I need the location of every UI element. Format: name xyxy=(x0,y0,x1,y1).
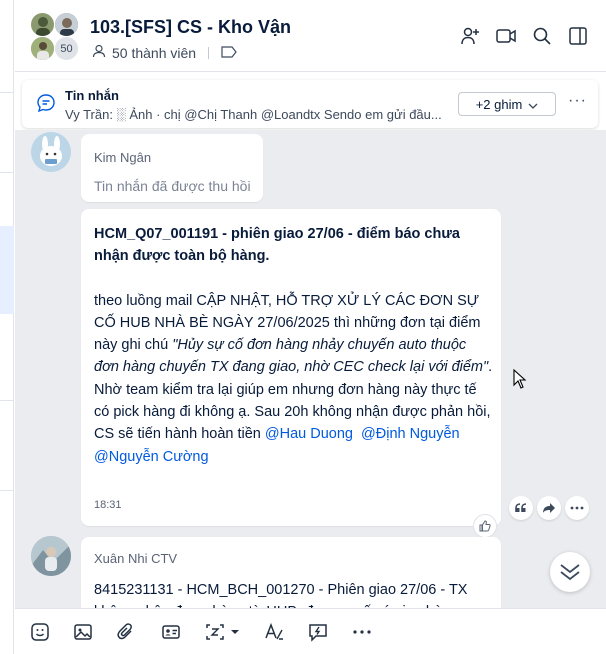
chat-header: 50 103.[SFS] CS - Kho Vận 50 thành viên xyxy=(15,0,606,72)
sender-avatar[interactable] xyxy=(31,536,71,576)
video-call-icon[interactable] xyxy=(496,26,516,46)
message-bubble[interactable]: Xuân Nhi CTV 8415231131 - HCM_BCH_001270… xyxy=(81,537,501,608)
mention-link[interactable]: @Định Nguyễn xyxy=(361,426,460,442)
group-avatar[interactable]: 50 xyxy=(30,12,80,62)
recalled-message-text: Tin nhắn đã được thu hồi xyxy=(94,178,251,194)
pinned-preview: Vy Trần: ░ Ảnh · chị @Chị Thanh @Loandtx… xyxy=(65,107,442,122)
message-bubble[interactable]: Kim Ngân Tin nhắn đã được thu hồi xyxy=(81,134,263,202)
sender-name: Xuân Nhi CTV xyxy=(94,551,178,566)
message-text: . xyxy=(488,359,493,376)
conversation-list-edge[interactable] xyxy=(0,0,14,654)
screenshot-capture-icon[interactable] xyxy=(203,621,243,643)
list-divider xyxy=(0,92,14,93)
message-bubble[interactable]: HCM_Q07_001191 - phiên giao 27/06 - điểm… xyxy=(81,209,501,526)
search-icon[interactable] xyxy=(532,26,552,46)
sticker-icon[interactable] xyxy=(29,621,51,643)
quick-message-icon[interactable] xyxy=(307,621,329,643)
tag-icon[interactable] xyxy=(221,45,237,61)
sender-avatar[interactable] xyxy=(31,132,71,172)
add-member-icon[interactable] xyxy=(460,26,480,46)
list-divider xyxy=(0,490,14,491)
message-text: 8415231131 - HCM_BCH_001270 - Phiên giao… xyxy=(94,582,468,608)
mouse-cursor xyxy=(513,368,527,394)
message-content: HCM_Q07_001191 - phiên giao 27/06 - điểm… xyxy=(94,223,494,468)
message-body: theo luồng mail CẬP NHẬT, HỖ TRỢ XỬ LÝ C… xyxy=(94,290,494,379)
list-divider xyxy=(0,172,14,173)
quote-reply-icon[interactable] xyxy=(509,496,533,520)
pinned-messages-bar[interactable]: Tin nhắn Vy Trần: ░ Ảnh · chị @Chị Thanh… xyxy=(22,80,598,128)
header-actions xyxy=(460,26,588,46)
member-avatar xyxy=(30,36,55,61)
message-icon xyxy=(36,93,56,118)
selected-conversation-edge[interactable] xyxy=(0,226,14,314)
forward-icon[interactable] xyxy=(537,496,561,520)
message-heading: HCM_Q07_001191 - phiên giao 27/06 - điểm… xyxy=(94,226,460,265)
composer-toolbar xyxy=(15,608,606,654)
more-options-icon[interactable] xyxy=(565,496,589,520)
like-reaction-icon[interactable] xyxy=(473,514,497,538)
chevron-down-icon xyxy=(528,97,538,112)
member-avatar xyxy=(30,12,55,37)
scroll-to-bottom-button[interactable] xyxy=(550,552,590,592)
more-options-icon[interactable]: ··· xyxy=(568,92,587,110)
member-count-badge: 50 xyxy=(54,36,79,61)
pinned-title: Tin nhắn xyxy=(65,88,119,103)
text-format-icon[interactable] xyxy=(263,621,285,643)
member-info[interactable]: 50 thành viên xyxy=(92,44,237,61)
image-icon[interactable] xyxy=(72,621,94,643)
pinned-expand-button[interactable]: +2 ghim xyxy=(458,92,556,116)
group-title: 103.[SFS] CS - Kho Vận xyxy=(90,17,292,37)
message-timestamp: 18:31 xyxy=(94,499,122,511)
message-body: Nhờ team kiểm tra lại giúp em nhưng đơn … xyxy=(94,379,494,468)
mention-link[interactable]: @Hau Duong xyxy=(265,426,353,442)
attachment-icon[interactable] xyxy=(115,621,137,643)
pinned-count-label: +2 ghim xyxy=(475,96,523,112)
list-divider xyxy=(0,400,14,401)
member-icon xyxy=(92,44,106,61)
divider xyxy=(208,46,210,59)
member-avatar xyxy=(54,12,79,37)
more-options-icon[interactable] xyxy=(351,621,373,643)
members-label: 50 thành viên xyxy=(112,44,197,61)
contact-card-icon[interactable] xyxy=(160,621,182,643)
sender-name: Kim Ngân xyxy=(94,150,152,165)
toggle-sidebar-icon[interactable] xyxy=(568,26,588,46)
mention-link[interactable]: @Nguyễn Cường xyxy=(94,449,209,465)
